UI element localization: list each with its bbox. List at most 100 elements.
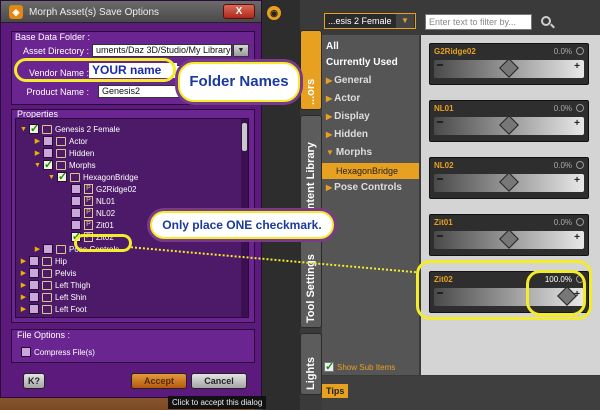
slider-knob[interactable] <box>499 172 519 192</box>
asset-directory-field[interactable]: uments/Daz 3D/Studio/My Library <box>92 44 232 57</box>
expand-right-icon[interactable]: ▶ <box>20 293 27 301</box>
slider-track[interactable]: + <box>434 229 584 249</box>
tree-item-checkbox[interactable] <box>29 256 39 266</box>
base-folder-label: Base Data Folder : <box>15 32 91 42</box>
tree-item[interactable]: P G2Ridge02 <box>62 183 136 195</box>
category-item[interactable]: All <box>322 39 419 55</box>
gear-icon[interactable] <box>576 104 584 112</box>
category-item[interactable]: ▼ Morphs <box>322 145 419 161</box>
parameter-slider[interactable]: Zit01 0.0% + <box>429 214 589 256</box>
compress-checkbox[interactable] <box>21 347 31 357</box>
folder-icon <box>42 256 52 266</box>
slider-value[interactable]: 0.0% <box>554 218 572 227</box>
node-dropdown-arrow-icon[interactable]: ▼ <box>396 14 414 28</box>
slider-knob[interactable] <box>499 115 519 135</box>
asset-directory-dropdown[interactable]: ▼ <box>233 44 249 57</box>
slider-track[interactable]: + <box>434 115 584 135</box>
category-item[interactable]: ▶ Hidden <box>322 127 419 143</box>
parameter-slider[interactable]: NL01 0.0% + <box>429 100 589 142</box>
pane-menu-icon[interactable]: ◉ <box>267 6 281 20</box>
slider-value[interactable]: 0.0% <box>554 161 572 170</box>
gear-icon[interactable] <box>576 218 584 226</box>
tree-item[interactable]: P NL01 <box>62 195 115 207</box>
tree-item-checkbox[interactable] <box>29 122 39 135</box>
tree-item-checkbox[interactable] <box>43 244 53 254</box>
parameter-slider[interactable]: NL02 0.0% + <box>429 157 589 199</box>
slider-track[interactable]: + <box>434 58 584 78</box>
tab-lights[interactable]: Lights <box>300 333 322 395</box>
compress-option[interactable]: Compress File(s) <box>21 346 95 358</box>
tree-item-checkbox[interactable] <box>43 148 53 158</box>
slider-knob[interactable] <box>499 58 519 78</box>
tree-item-checkbox[interactable] <box>29 292 39 302</box>
accept-button[interactable]: Accept <box>131 373 187 389</box>
zit02-checkbox-highlight <box>74 234 132 252</box>
tree-scrollbar-thumb[interactable] <box>242 123 247 151</box>
tab-tool-settings-label: Tool Settings <box>305 254 317 323</box>
expand-down-icon[interactable]: ▼ <box>34 162 41 169</box>
slider-knob[interactable] <box>499 229 519 249</box>
expand-right-icon[interactable]: ▶ <box>34 245 41 253</box>
expand-right-icon[interactable]: ▶ <box>34 137 41 145</box>
expand-right-icon[interactable]: ▶ <box>20 305 27 313</box>
tree-item-checkbox[interactable] <box>71 220 81 230</box>
tree-item[interactable]: ▶ Left Thigh <box>20 279 90 291</box>
tree-item[interactable]: ▼ HexagonBridge <box>48 170 138 183</box>
category-item[interactable]: ▶ General <box>322 73 419 89</box>
plus-icon: + <box>574 232 580 243</box>
expand-right-icon[interactable]: ▶ <box>20 269 27 277</box>
slider-value[interactable]: 0.0% <box>554 104 572 113</box>
close-button[interactable]: X <box>223 4 255 19</box>
slider-track[interactable]: + <box>434 172 584 192</box>
tree-item-checkbox[interactable] <box>43 136 53 146</box>
property-icon: P <box>84 208 93 218</box>
gear-icon[interactable] <box>576 47 584 55</box>
tips-tab[interactable]: Tips <box>322 384 349 398</box>
cancel-button[interactable]: Cancel <box>191 373 247 389</box>
expand-down-icon[interactable]: ▼ <box>48 174 55 181</box>
gear-icon[interactable] <box>576 161 584 169</box>
expand-down-icon[interactable]: ▼ <box>20 126 27 133</box>
folder-icon <box>42 280 52 290</box>
help-button[interactable]: K? <box>23 373 45 389</box>
zit02-knob-highlight <box>526 270 586 316</box>
tree-item-checkbox[interactable] <box>71 184 81 194</box>
tree-item-checkbox[interactable] <box>71 196 81 206</box>
show-sub-items-checkbox[interactable] <box>324 360 334 373</box>
tree-item[interactable]: ▼ Genesis 2 Female <box>20 122 120 135</box>
tree-item[interactable]: ▶ Left Shin <box>20 291 87 303</box>
parameter-slider[interactable]: G2Ridge02 0.0% + <box>429 43 589 85</box>
tree-item[interactable]: P NL02 <box>62 207 115 219</box>
plus-icon: + <box>574 175 580 186</box>
expand-right-icon[interactable]: ▶ <box>20 257 27 265</box>
category-label: Morphs <box>335 147 373 158</box>
category-item[interactable]: ▶ Actor <box>322 91 419 107</box>
tree-item-checkbox[interactable] <box>29 280 39 290</box>
tree-item[interactable]: ▶ Pelvis <box>20 267 76 279</box>
expand-right-icon[interactable]: ▶ <box>20 281 27 289</box>
dialog-title: Morph Asset(s) Save Options <box>29 7 160 18</box>
category-item[interactable]: ▶ Display <box>322 109 419 125</box>
tree-item-checkbox[interactable] <box>57 170 67 183</box>
expand-right-icon[interactable]: ▶ <box>34 149 41 157</box>
tree-item[interactable]: ▶ Actor <box>34 135 88 147</box>
tree-item[interactable]: ▶ Left Foot <box>20 303 87 315</box>
tree-item-checkbox[interactable] <box>71 208 81 218</box>
category-item[interactable]: HexagonBridge <box>322 163 419 179</box>
tab-tool-settings[interactable]: Tool Settings <box>300 232 322 328</box>
tab-parameters[interactable]: ...ors <box>300 30 322 110</box>
tree-item-checkbox[interactable] <box>29 304 39 314</box>
filter-input[interactable]: Enter text to filter by... <box>425 14 532 30</box>
tree-item[interactable]: ▶ Hip <box>20 255 67 267</box>
category-item[interactable]: ▶ Pose Controls <box>322 180 419 196</box>
asset-directory-label: Asset Directory : <box>22 46 89 56</box>
tree-item-checkbox[interactable] <box>29 268 39 278</box>
slider-value[interactable]: 0.0% <box>554 47 572 56</box>
show-sub-items-option[interactable]: Show Sub Items <box>324 360 395 373</box>
category-item[interactable]: Currently Used <box>322 55 419 71</box>
tree-item-checkbox[interactable] <box>43 158 53 171</box>
dialog-titlebar[interactable]: ◈ Morph Asset(s) Save Options X <box>1 1 261 23</box>
tree-item[interactable]: P Zit01 <box>62 219 114 231</box>
search-icon[interactable] <box>541 16 551 26</box>
tab-lights-label: Lights <box>305 357 317 390</box>
